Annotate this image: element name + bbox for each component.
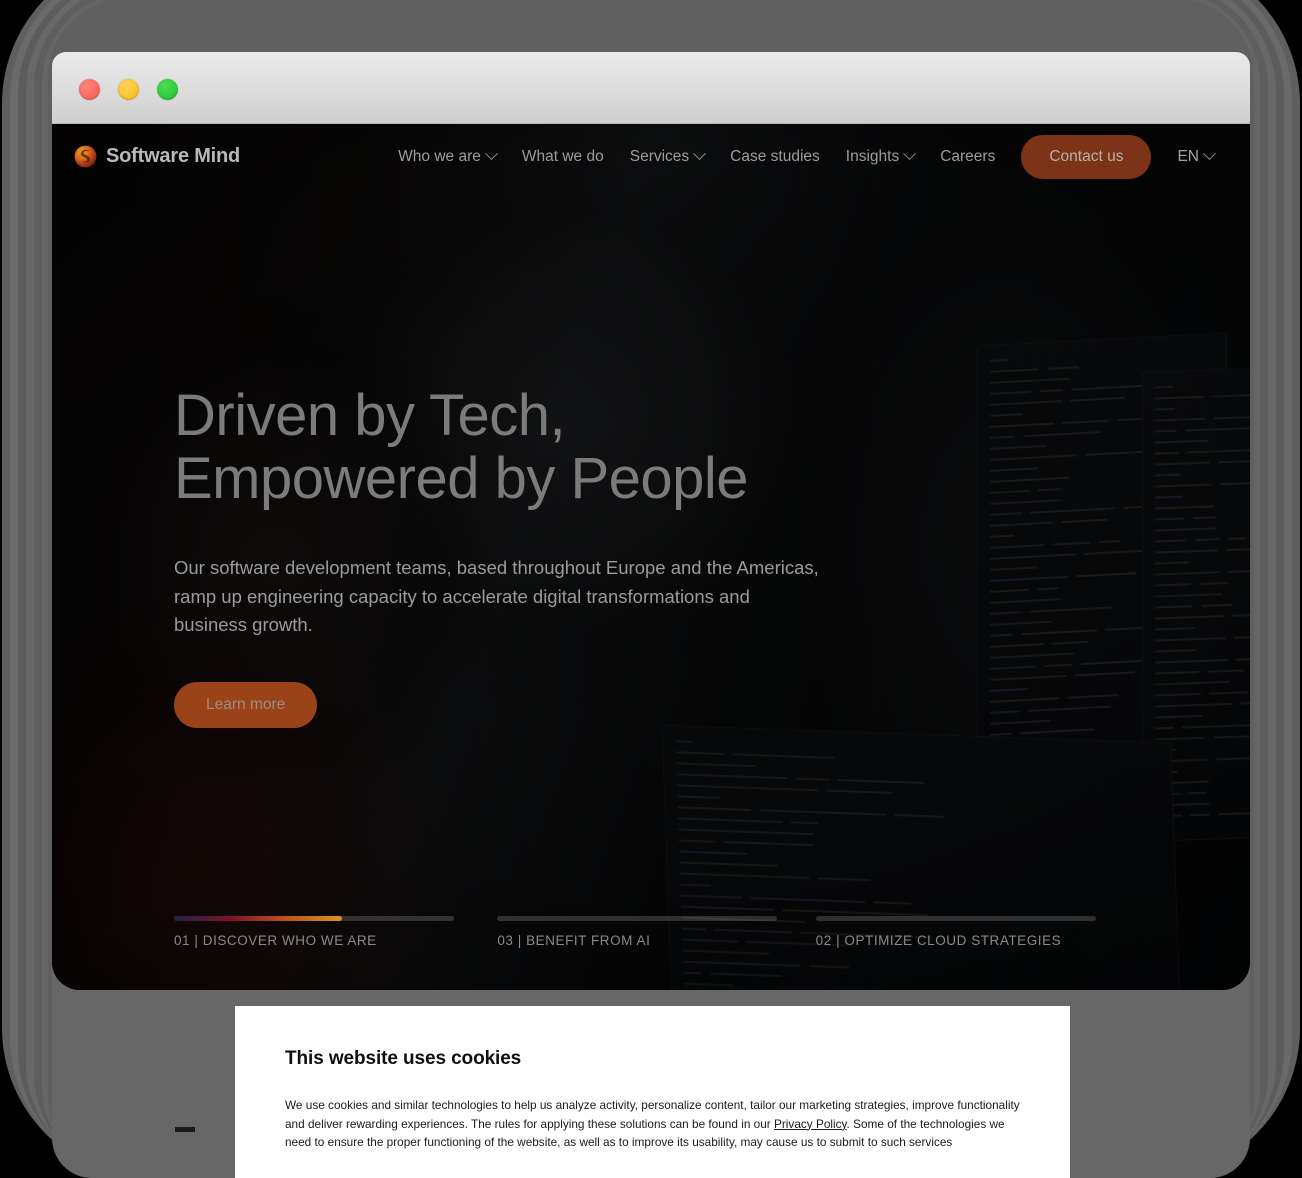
carousel-progress-track[interactable] <box>497 916 778 921</box>
chevron-down-icon <box>903 147 917 161</box>
carousel-slide-01[interactable]: 01 | DISCOVER WHO WE ARE <box>174 916 492 948</box>
hero-content: Driven by Tech, Empowered by People Our … <box>174 384 819 728</box>
hero-title: Driven by Tech, Empowered by People <box>174 383 749 512</box>
window-controls <box>79 79 178 100</box>
chevron-down-icon <box>1203 147 1216 161</box>
nav-item-label: Services <box>629 147 690 165</box>
main-navigation: Who we are What we do Services Case studies… <box>398 134 1216 179</box>
contact-us-button[interactable]: Contact us <box>1021 134 1152 179</box>
nav-item-careers[interactable]: Careers <box>940 148 995 166</box>
carousel-progress-track[interactable] <box>815 916 1096 921</box>
privacy-policy-link[interactable]: Privacy Policy <box>774 1117 847 1131</box>
hero-carousel-indicators: 01 | DISCOVER WHO WE ARE 03 | BENEFIT FRO… <box>174 916 1134 948</box>
screenshot-root: Software Mind Who we are What we do Servic… <box>0 0 1302 1178</box>
chevron-down-icon <box>693 147 707 161</box>
chevron-down-icon <box>485 147 498 161</box>
cookie-consent-banner: This website uses cookies We use cookies… <box>235 1006 1070 1178</box>
hero-section: Software Mind Who we are What we do Servic… <box>52 124 1250 990</box>
browser-title-bar <box>52 52 1250 124</box>
minimize-window-button[interactable] <box>118 79 139 100</box>
carousel-progress-track[interactable] <box>174 916 454 921</box>
nav-item-insights[interactable]: Insights <box>845 147 917 166</box>
language-label: EN <box>1177 147 1199 165</box>
nav-item-label: What we do <box>521 147 604 165</box>
nav-item-what-we-do[interactable]: What we do <box>522 148 604 166</box>
carousel-slide-label: 02 | OPTIMIZE CLOUD STRATEGIES <box>815 933 1062 948</box>
nav-item-who-we-are[interactable]: Who we are <box>398 147 498 166</box>
language-selector[interactable]: EN <box>1177 147 1216 166</box>
carousel-progress-fill <box>174 916 342 921</box>
site-header: Software Mind Who we are What we do Servic… <box>52 124 1250 189</box>
cookie-banner-text: We use cookies and similar technologies … <box>285 1096 1020 1152</box>
site-logo-text: Software Mind <box>106 145 241 167</box>
carousel-slide-label: 01 | DISCOVER WHO WE ARE <box>174 933 377 948</box>
carousel-slide-label: 03 | BENEFIT FROM AI <box>497 933 651 948</box>
maximize-window-button[interactable] <box>157 79 178 100</box>
nav-item-label: Case studies <box>730 147 820 165</box>
carousel-slide-02[interactable]: 02 | OPTIMIZE CLOUD STRATEGIES <box>815 916 1134 948</box>
nav-item-label: Who we are <box>398 147 481 165</box>
nav-item-case-studies[interactable]: Case studies <box>730 148 820 166</box>
nav-item-label: Insights <box>845 147 900 165</box>
cookie-text-part2: . Some of the <box>846 1116 917 1131</box>
nav-item-label: Careers <box>940 147 996 165</box>
cookie-banner-title: This website uses cookies <box>285 1048 522 1069</box>
close-window-button[interactable] <box>79 79 100 100</box>
site-logo[interactable]: Software Mind <box>74 145 240 168</box>
carousel-slide-03[interactable]: 03 | BENEFIT FROM AI <box>497 916 815 948</box>
hero-subtitle: Our software development teams, based th… <box>174 557 819 635</box>
software-mind-logo-icon <box>74 145 97 168</box>
learn-more-button[interactable]: Learn more <box>174 681 318 728</box>
nav-item-services[interactable]: Services <box>629 147 707 166</box>
next-section-marker <box>175 1127 195 1132</box>
